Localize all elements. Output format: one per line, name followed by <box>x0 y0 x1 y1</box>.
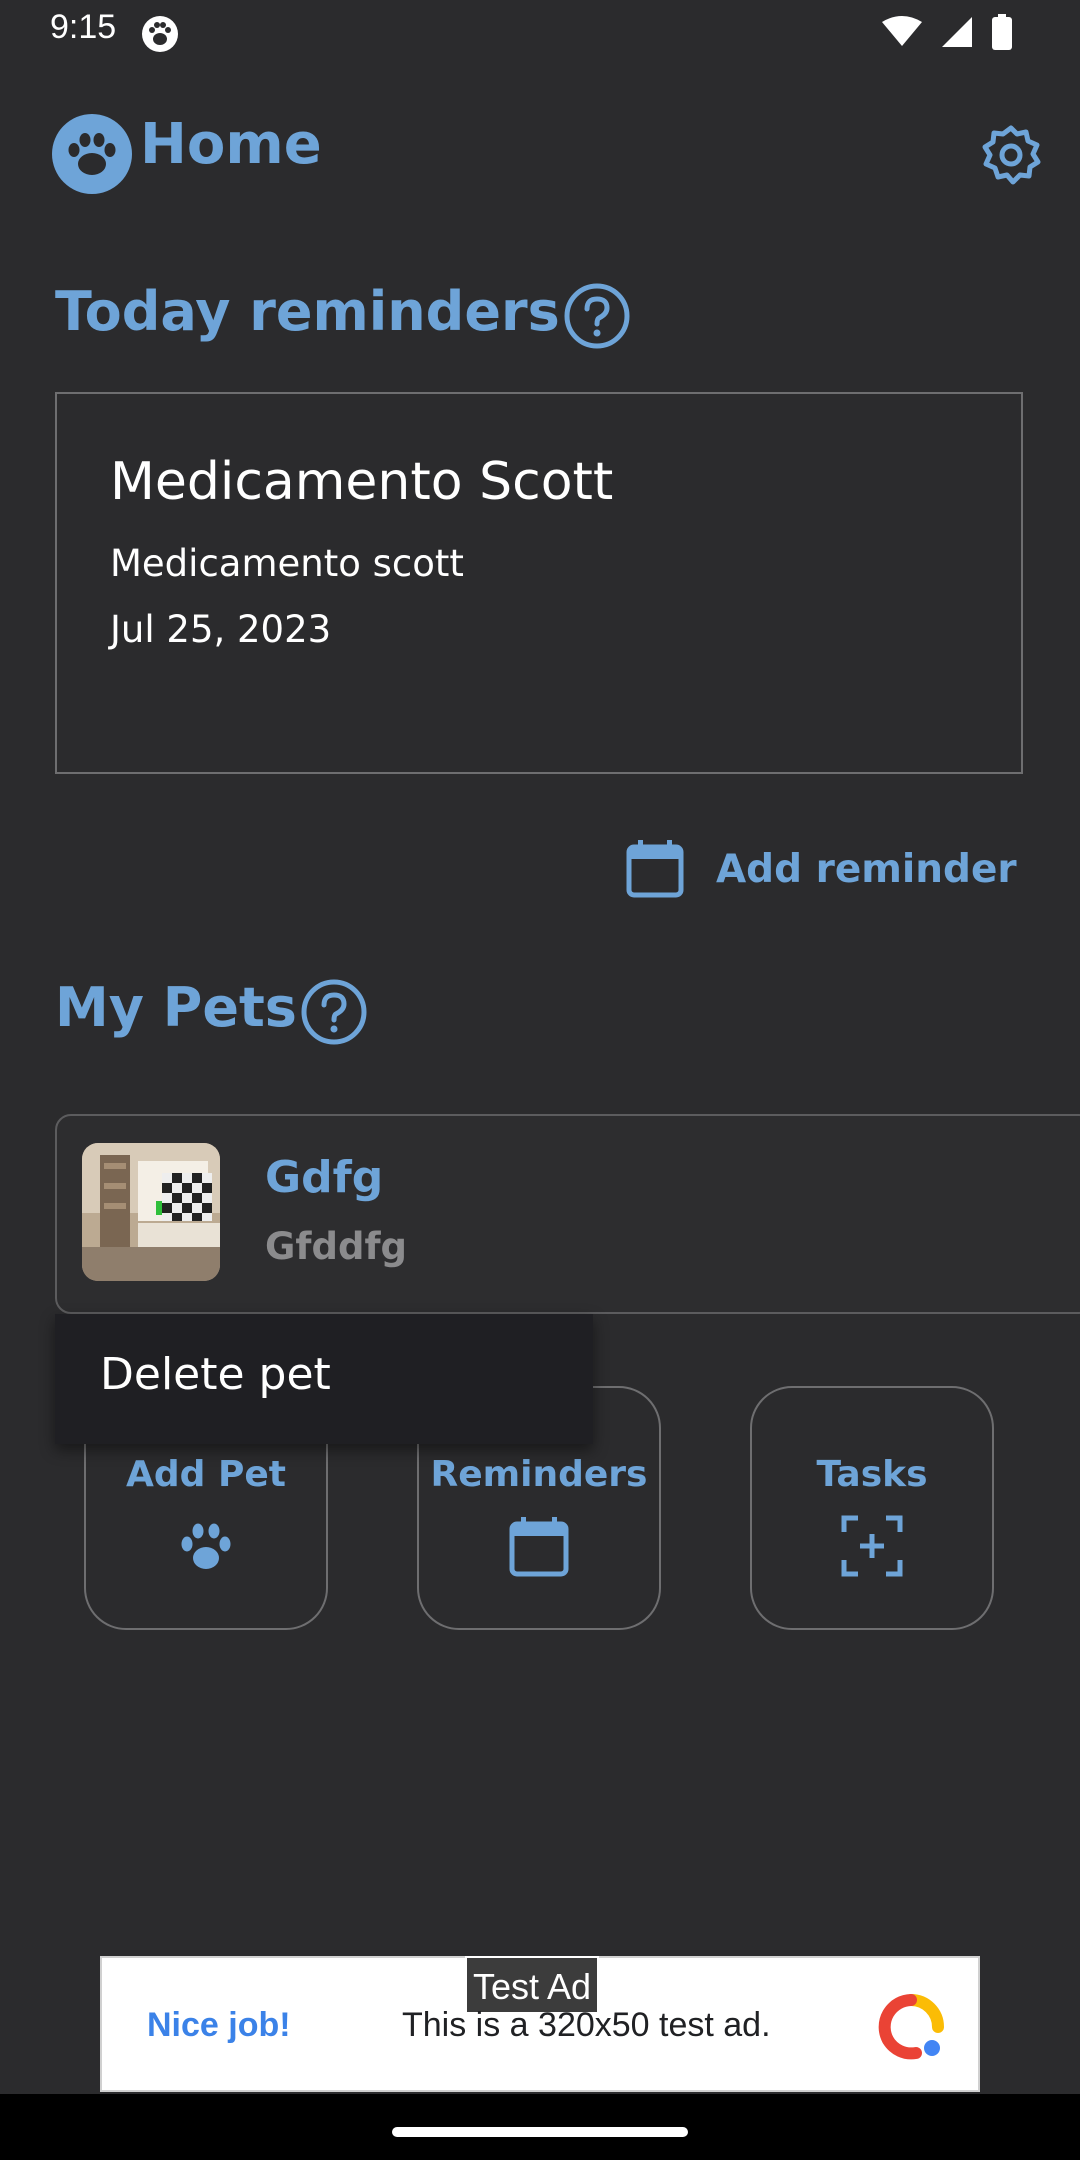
app-logo-icon <box>52 114 132 194</box>
ad-text: This is a 320x50 test ad. <box>402 2006 771 2044</box>
pet-name: Gdfg <box>265 1152 384 1203</box>
paw-icon <box>181 1523 231 1569</box>
status-time: 9:15 <box>50 8 117 46</box>
add-reminder-label: Add reminder <box>716 846 1017 892</box>
add-task-icon <box>841 1515 903 1577</box>
reminder-title: Medicamento Scott <box>110 452 614 512</box>
reminder-date: Jul 25, 2023 <box>110 608 332 651</box>
ad-logo-icon <box>878 1994 944 2060</box>
calendar-icon <box>509 1517 569 1577</box>
add-reminder-button[interactable]: Add reminder <box>624 838 1017 900</box>
tasks-label: Tasks <box>816 1454 928 1495</box>
pet-photo <box>82 1143 220 1281</box>
status-icons <box>882 12 1012 52</box>
reminders-section-title: Today reminders <box>55 280 560 343</box>
pet-description: Gfddfg <box>265 1225 408 1268</box>
reminders-help-icon[interactable] <box>563 282 631 350</box>
battery-icon <box>992 14 1012 50</box>
reminder-subtitle: Medicamento scott <box>110 542 464 585</box>
pets-section-title: My Pets <box>55 976 297 1039</box>
reminders-label: Reminders <box>430 1454 648 1495</box>
pets-help-icon[interactable] <box>300 978 368 1046</box>
ad-headline: Nice job! <box>147 2006 291 2044</box>
page-title: Home <box>140 112 322 177</box>
tasks-button[interactable]: Tasks <box>750 1386 994 1630</box>
calendar-icon <box>626 840 684 898</box>
add-pet-label: Add Pet <box>126 1454 286 1495</box>
wifi-icon <box>882 16 922 46</box>
paw-notification-icon <box>142 16 178 52</box>
home-gesture-handle[interactable] <box>392 2127 688 2137</box>
settings-gear-icon[interactable] <box>980 124 1042 186</box>
signal-icon <box>942 17 972 47</box>
delete-pet-menu-item[interactable]: Delete pet <box>100 1349 331 1400</box>
